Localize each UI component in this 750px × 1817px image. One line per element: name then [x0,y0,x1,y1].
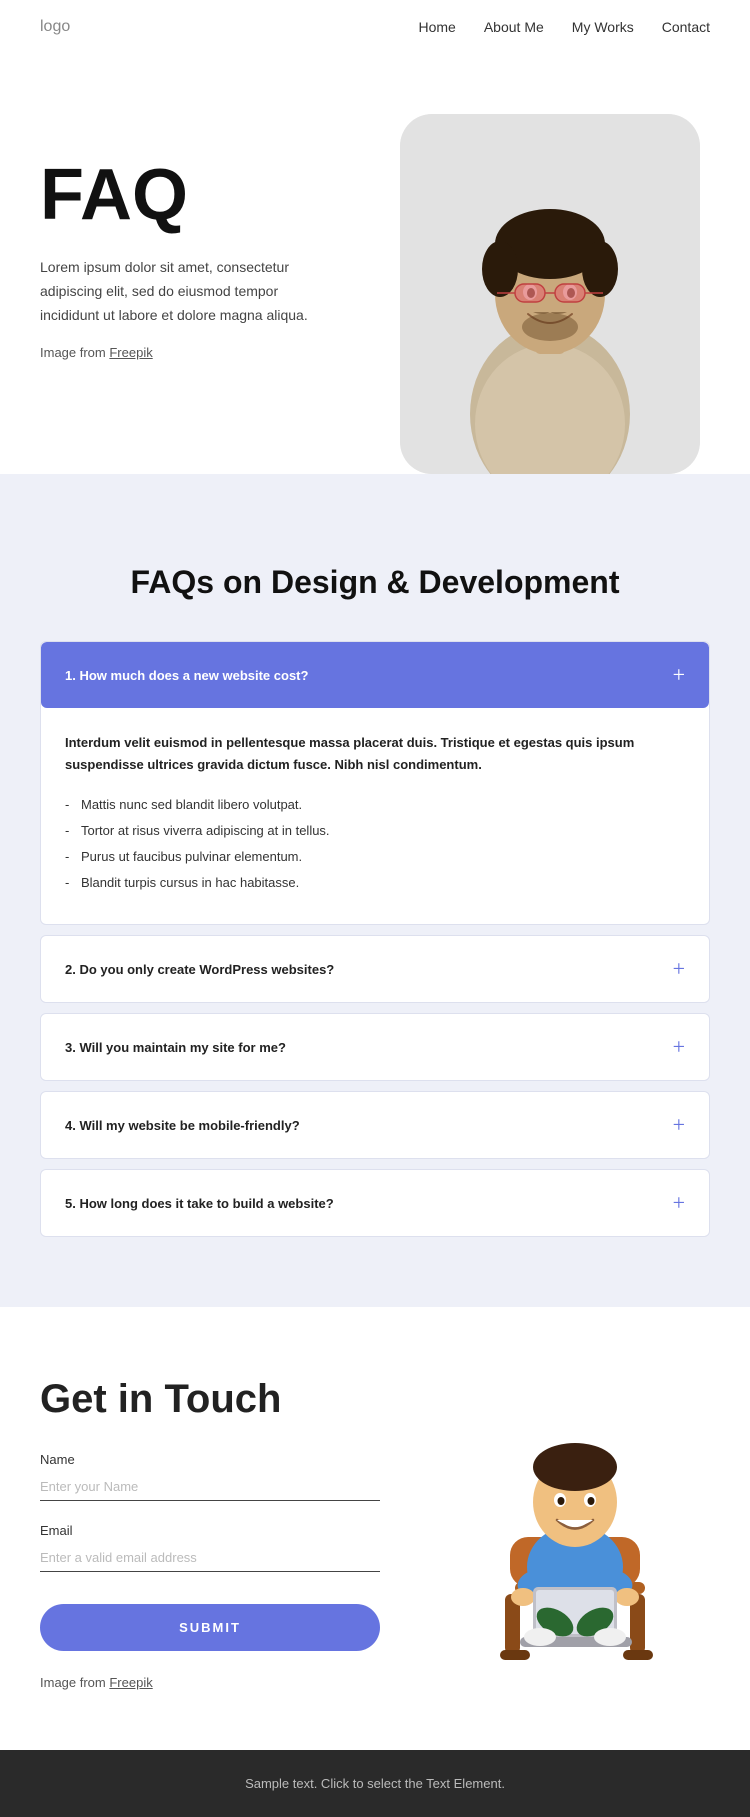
faq-header-2[interactable]: 2. Do you only create WordPress websites… [41,936,709,1002]
faq-question-4: 4. Will my website be mobile-friendly? [65,1118,300,1133]
contact-section: Get in Touch Name Email SUBMIT Image fro… [0,1307,750,1750]
nav-about[interactable]: About Me [484,19,544,35]
hero-person-svg [400,114,700,474]
faq-body-1: Interdum velit euismod in pellentesque m… [41,708,709,924]
hero-text: FAQ Lorem ipsum dolor sit amet, consecte… [40,114,400,360]
contact-image-credit: Image from Freepik [40,1675,380,1690]
email-input[interactable] [40,1544,380,1572]
navbar: logo Home About Me My Works Contact [0,0,750,54]
faq-header-3[interactable]: 3. Will you maintain my site for me? + [41,1014,709,1080]
faq-item-1: 1. How much does a new website cost? + I… [40,641,710,925]
footer-text: Sample text. Click to select the Text El… [245,1776,505,1791]
name-input[interactable] [40,1473,380,1501]
contact-illustration [440,1377,710,1687]
faq-plus-2: + [673,956,685,982]
list-item: Blandit turpis cursus in hac habitasse. [65,870,685,896]
hero-bg-ext [0,474,750,504]
hero-description: Lorem ipsum dolor sit amet, consectetur … [40,256,340,327]
name-field-group: Name [40,1452,380,1501]
hero-image-credit: Image from Freepik [40,345,400,360]
hero-section: FAQ Lorem ipsum dolor sit amet, consecte… [0,54,750,474]
image-credit-prefix: Image from [40,345,109,360]
email-field-group: Email [40,1523,380,1572]
logo: logo [40,18,70,36]
faq-inner: FAQs on Design & Development 1. How much… [40,564,710,1237]
contact-form: Get in Touch Name Email SUBMIT Image fro… [40,1377,380,1690]
faq-header-5[interactable]: 5. How long does it take to build a webs… [41,1170,709,1236]
faq-plus-3: + [673,1034,685,1060]
faq-plus-5: + [673,1190,685,1216]
nav-works[interactable]: My Works [572,19,634,35]
submit-button[interactable]: SUBMIT [40,1604,380,1651]
faq-question-2: 2. Do you only create WordPress websites… [65,962,334,977]
faq-item-4: 4. Will my website be mobile-friendly? + [40,1091,710,1159]
faq-list-1: Mattis nunc sed blandit libero volutpat.… [65,792,685,896]
faq-item-2: 2. Do you only create WordPress websites… [40,935,710,1003]
contact-freepik-link[interactable]: Freepik [109,1675,152,1690]
hero-title: FAQ [40,154,400,236]
faq-answer-bold-1: Interdum velit euismod in pellentesque m… [65,732,685,776]
faq-header-4[interactable]: 4. Will my website be mobile-friendly? + [41,1092,709,1158]
faq-plus-1: + [673,662,685,688]
faq-item-5: 5. How long does it take to build a webs… [40,1169,710,1237]
freepik-link[interactable]: Freepik [109,345,152,360]
contact-credit-prefix: Image from [40,1675,109,1690]
faq-question-1: 1. How much does a new website cost? [65,668,308,683]
faq-item-3: 3. Will you maintain my site for me? + [40,1013,710,1081]
list-item: Purus ut faucibus pulvinar elementum. [65,844,685,870]
hero-image [400,114,700,474]
email-label: Email [40,1523,380,1538]
nav-home[interactable]: Home [418,19,455,35]
faq-question-3: 3. Will you maintain my site for me? [65,1040,286,1055]
contact-heading: Get in Touch [40,1377,380,1422]
faq-plus-4: + [673,1112,685,1138]
faq-section: FAQs on Design & Development 1. How much… [0,504,750,1307]
list-item: Mattis nunc sed blandit libero volutpat. [65,792,685,818]
contact-person-svg [445,1382,705,1682]
nav-contact[interactable]: Contact [662,19,710,35]
faq-question-5: 5. How long does it take to build a webs… [65,1196,334,1211]
name-label: Name [40,1452,380,1467]
faq-header-1[interactable]: 1. How much does a new website cost? + [41,642,709,708]
list-item: Tortor at risus viverra adipiscing at in… [65,818,685,844]
footer: Sample text. Click to select the Text El… [0,1750,750,1817]
faq-heading: FAQs on Design & Development [40,564,710,601]
nav-links: Home About Me My Works Contact [418,19,710,35]
